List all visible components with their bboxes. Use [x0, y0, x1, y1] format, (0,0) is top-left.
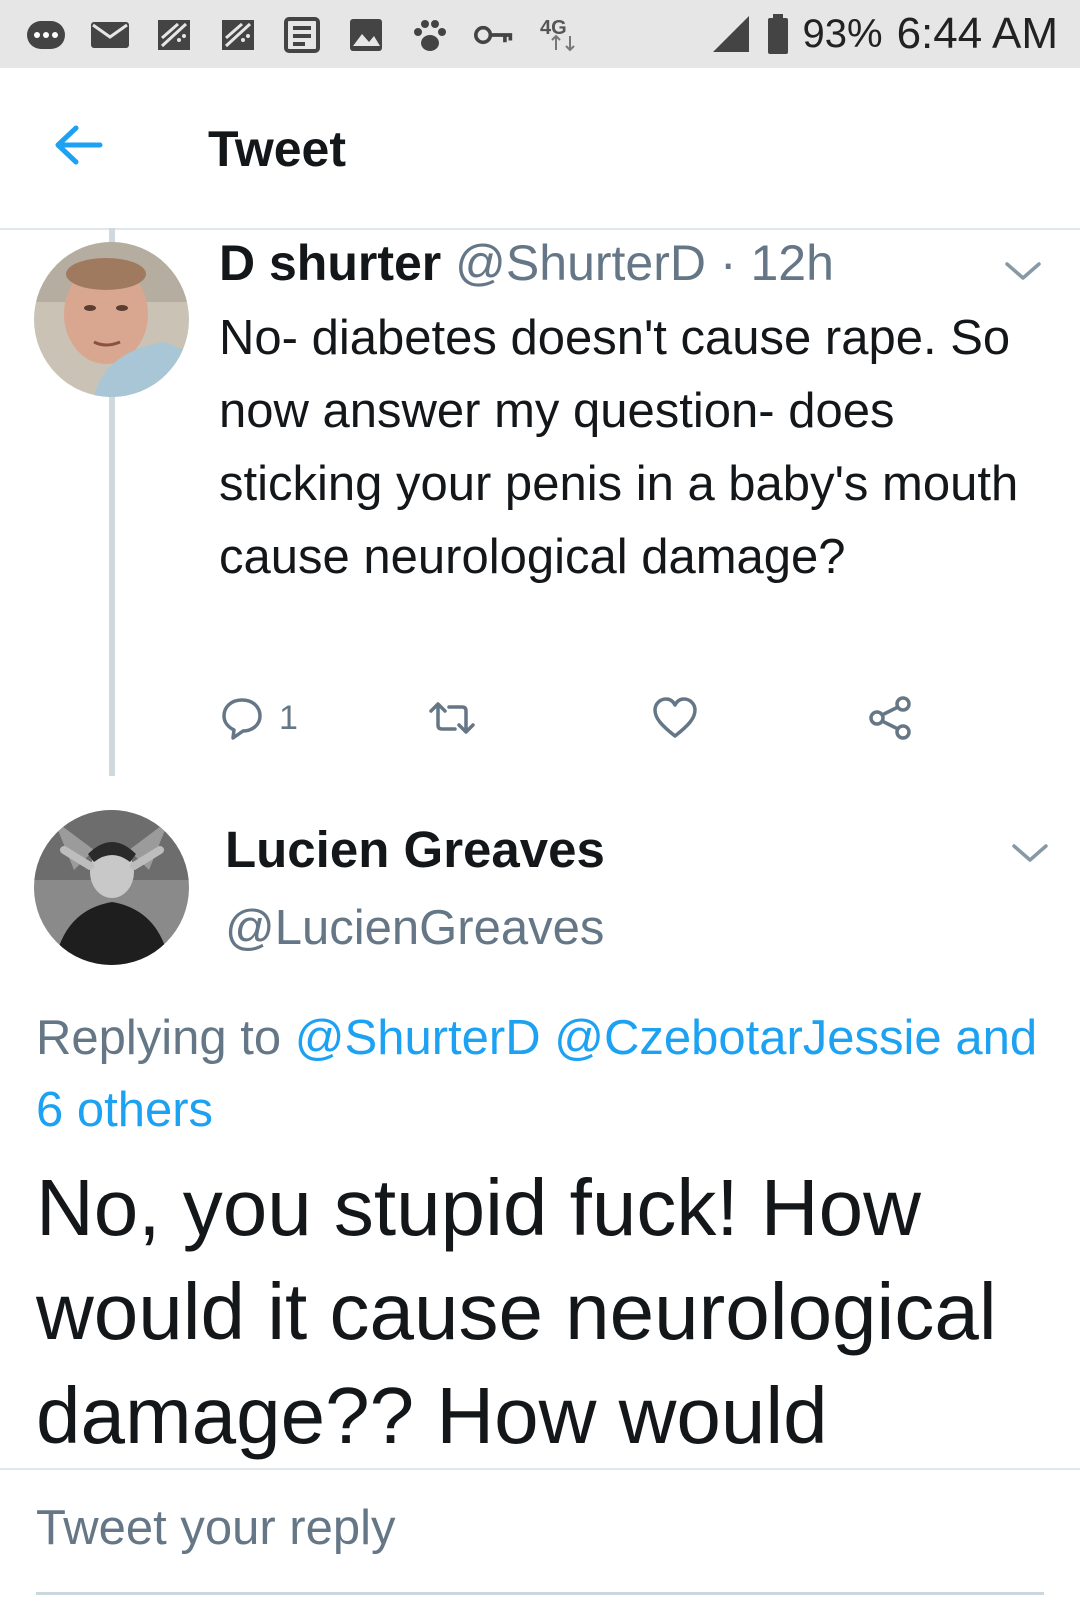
author-handle[interactable]: @ShurterD	[455, 235, 706, 291]
chevron-down-icon[interactable]	[1003, 258, 1043, 284]
like-button[interactable]	[651, 690, 699, 746]
share-icon	[869, 696, 911, 740]
author-handle[interactable]: @LucienGreaves	[225, 900, 604, 956]
bbm-icon	[218, 16, 258, 54]
vpn-key-icon	[474, 16, 514, 54]
svg-text:4G: 4G	[540, 17, 567, 39]
gallery-icon	[346, 16, 386, 54]
reply-icon	[222, 698, 262, 740]
avatar-image	[34, 810, 189, 965]
clock: 6:44 AM	[896, 9, 1058, 58]
retweet-icon	[429, 702, 475, 734]
tweet-header: D shurter @ShurterD · 12h	[219, 234, 834, 292]
retweet-button[interactable]	[425, 690, 479, 746]
status-right: 93% 6:44 AM	[709, 6, 1058, 62]
share-button[interactable]	[867, 690, 913, 746]
battery-percent: 93%	[802, 11, 883, 56]
reply-button[interactable]: 1	[219, 690, 298, 746]
tweet-actions: 1	[219, 690, 919, 746]
replying-prefix: Replying to	[36, 1011, 282, 1065]
status-bar: 4G 93% 6:44 AM	[0, 0, 1080, 68]
heart-icon	[653, 697, 697, 738]
bbm-icon	[154, 16, 194, 54]
news-icon	[282, 16, 322, 54]
avatar[interactable]	[34, 810, 189, 965]
avatar[interactable]	[34, 242, 189, 397]
mention-link[interactable]: @CzebotarJessie	[554, 1011, 941, 1065]
tweet-timestamp: · 12h	[719, 235, 834, 291]
mail-icon	[90, 16, 130, 54]
author-name[interactable]: Lucien Greaves	[225, 820, 605, 879]
paw-icon	[410, 16, 450, 54]
tweet-text: No, you stupid fuck! How would it cause …	[36, 1163, 997, 1460]
back-arrow-icon[interactable]	[52, 122, 108, 168]
tweet-text: No- diabetes doesn't cause rape. So now …	[219, 311, 1019, 584]
reply-input[interactable]	[36, 1490, 1044, 1566]
reply-count: 1	[279, 698, 298, 737]
replying-to: Replying to @ShurterD @CzebotarJessie an…	[36, 1002, 1056, 1146]
battery-icon	[767, 14, 788, 54]
avatar-image	[34, 242, 189, 397]
page-title: Tweet	[208, 121, 346, 177]
notification-icons: 4G	[26, 14, 598, 56]
network-4g-icon: 4G	[538, 16, 598, 54]
input-underline	[36, 1592, 1044, 1595]
chevron-down-icon[interactable]	[1010, 840, 1050, 866]
author-name[interactable]: D shurter	[219, 235, 441, 291]
reply-composer	[0, 1468, 1080, 1622]
signal-icon	[712, 16, 749, 52]
app-header: Tweet	[0, 68, 1080, 230]
mention-link[interactable]: @ShurterD	[295, 1011, 541, 1065]
more-icon	[26, 16, 66, 54]
